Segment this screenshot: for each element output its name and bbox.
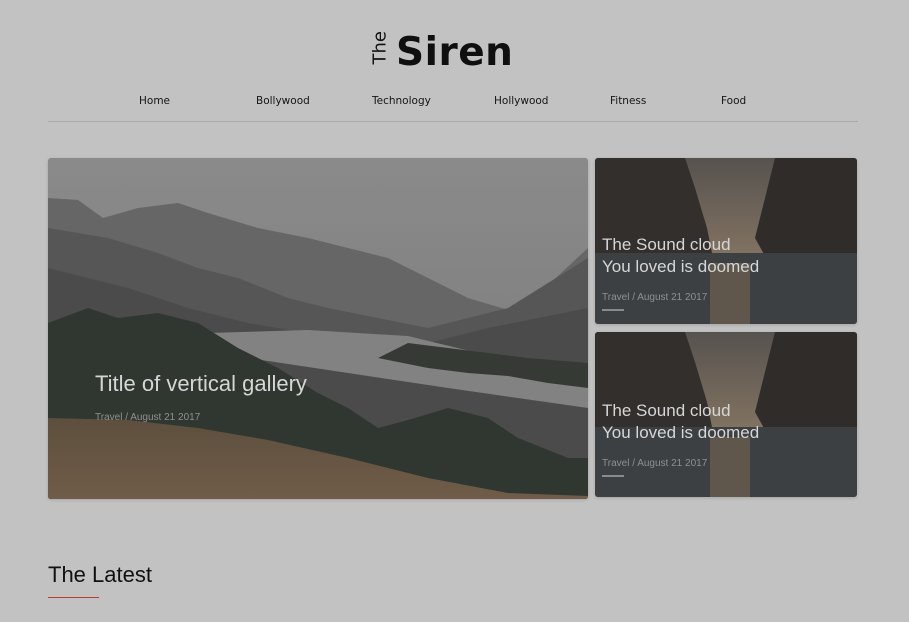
latest-section-underline — [48, 597, 99, 598]
featured-overlay — [48, 158, 588, 499]
featured-post-meta: Travel / August 21 2017 — [95, 412, 201, 423]
side-post-card[interactable]: The Sound cloud You loved is doomed Trav… — [595, 158, 857, 324]
featured-post-card[interactable]: Title of vertical gallery Travel / Augus… — [48, 158, 588, 499]
side-post-meta: Travel / August 21 2017 — [602, 292, 708, 303]
side-post-title-line-2: You loved is doomed — [602, 423, 760, 442]
site-logo[interactable]: The Siren — [368, 30, 513, 75]
side-post-title[interactable]: The Sound cloud You loved is doomed — [602, 400, 759, 444]
logo-the-text: The — [369, 31, 391, 65]
nav-item-technology[interactable]: Technology — [372, 95, 431, 107]
side-post-title-line-1: The Sound cloud — [602, 235, 731, 254]
nav-item-hollywood[interactable]: Hollywood — [494, 95, 548, 107]
side-post-meta: Travel / August 21 2017 — [602, 458, 708, 469]
nav-item-fitness[interactable]: Fitness — [610, 95, 646, 107]
nav-item-food[interactable]: Food — [721, 95, 746, 107]
side-post-divider — [602, 475, 624, 477]
side-post-title-line-2: You loved is doomed — [602, 257, 760, 276]
side-post-divider — [602, 309, 624, 311]
logo-siren-text: Siren — [396, 30, 514, 75]
featured-post-title[interactable]: Title of vertical gallery — [95, 371, 307, 397]
nav-item-bollywood[interactable]: Bollywood — [256, 95, 310, 107]
latest-section-title: The Latest — [48, 562, 152, 587]
nav-divider — [48, 121, 858, 122]
nav-item-home[interactable]: Home — [139, 95, 170, 107]
side-post-title[interactable]: The Sound cloud You loved is doomed — [602, 234, 759, 278]
main-nav: Home Bollywood Technology Hollywood Fitn… — [0, 95, 909, 109]
side-post-card[interactable]: The Sound cloud You loved is doomed Trav… — [595, 332, 857, 497]
side-post-title-line-1: The Sound cloud — [602, 401, 731, 420]
